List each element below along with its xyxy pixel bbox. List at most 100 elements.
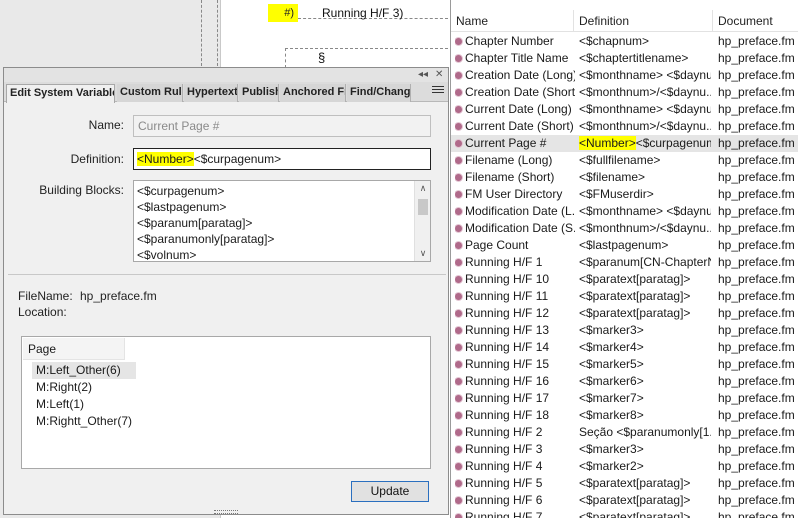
variable-row[interactable]: Running H/F 15 <$marker5> hp_preface.fm (451, 356, 798, 373)
variable-row[interactable]: Running H/F 3 <$marker3> hp_preface.fm (451, 441, 798, 458)
close-icon[interactable]: ✕ (435, 69, 443, 80)
variable-row[interactable]: Page Count <$lastpagenum> hp_preface.fm (451, 237, 798, 254)
variable-row[interactable]: Running H/F 18 <$marker8> hp_preface.fm (451, 407, 798, 424)
column-header-document[interactable]: Document (713, 10, 798, 32)
variable-row[interactable]: Creation Date (Short) <$monthnum>/<$daynu… (451, 84, 798, 101)
system-variable-icon (455, 395, 462, 402)
variable-row[interactable]: Running H/F 10 <$paratext[paratag]> hp_pre… (451, 271, 798, 288)
page-item[interactable]: M:Left(1) (32, 396, 136, 413)
variable-row[interactable]: Running H/F 14 <$marker4> hp_preface.fm (451, 339, 798, 356)
variable-row[interactable]: Filename (Short) <$filename> hp_preface.fm (451, 169, 798, 186)
variable-name-cell: Chapter Title Name (455, 50, 575, 67)
variable-row[interactable]: Running H/F 16 <$marker6> hp_preface.fm (451, 373, 798, 390)
building-block-item[interactable]: <$paranumonly[paratag]> (137, 231, 430, 247)
variable-definition: <$paratext[paratag]> (579, 493, 691, 507)
tab-anchored-frame[interactable]: Anchored Fra (280, 84, 346, 102)
variable-name-cell: Running H/F 10 (455, 271, 575, 288)
system-variable-icon (455, 106, 462, 113)
dialog-titlebar[interactable]: ◂◂ ✕ (4, 68, 448, 82)
variable-name: Running H/F 18 (465, 408, 550, 422)
tab-custom-ruling[interactable]: Custom Ruli (117, 84, 183, 102)
variable-document: hp_preface.fm (718, 119, 795, 133)
definition-field[interactable]: <Number><$curpagenum> (133, 148, 431, 170)
variable-row[interactable]: Current Page # <Number><$curpagenum> hp_pr… (451, 135, 798, 152)
variable-definition-cell: <$fullfilename> (579, 152, 711, 169)
variable-row[interactable]: Creation Date (Long) <$monthname> <$daynu… (451, 67, 798, 84)
variable-row[interactable]: Running H/F 13 <$marker3> hp_preface.fm (451, 322, 798, 339)
tab-publish[interactable]: Publish (239, 84, 279, 102)
variable-name-cell: FM User Directory (455, 186, 575, 203)
variable-name-cell: Running H/F 2 (455, 424, 575, 441)
variable-row[interactable]: Running H/F 7 <$paratext[paratag]> hp_pref… (451, 509, 798, 518)
panel-menu-icon[interactable] (432, 86, 444, 97)
blocks-scrollbar[interactable]: ∧ ∨ (414, 181, 430, 261)
building-block-item[interactable]: <$curpagenum> (137, 183, 430, 199)
resize-grip[interactable] (214, 510, 238, 514)
variable-definition-cell: <$marker7> (579, 390, 711, 407)
page-item[interactable]: M:Rightt_Other(7) (32, 413, 136, 430)
collapse-double-arrow-icon[interactable]: ◂◂ (418, 69, 428, 80)
system-variable-icon (455, 140, 462, 147)
variable-document: hp_preface.fm (718, 357, 795, 371)
tab-find-change[interactable]: Find/Change (347, 84, 411, 102)
variable-row[interactable]: Running H/F 6 <$paratext[paratag]> hp_pref… (451, 492, 798, 509)
page-column-header[interactable]: Page (23, 338, 125, 360)
scroll-down-icon[interactable]: ∨ (415, 246, 430, 261)
definition-label: Definition: (70, 152, 124, 166)
variable-definition-cell: <$monthnum>/<$daynu... (579, 84, 711, 101)
running-header-text[interactable]: Running H/F 3) (322, 4, 403, 22)
separator (8, 274, 446, 275)
update-button[interactable]: Update (351, 481, 429, 502)
building-block-item[interactable]: <$paranum[paratag]> (137, 215, 430, 231)
variable-row[interactable]: Running H/F 11 <$paratext[paratag]> hp_pre… (451, 288, 798, 305)
column-header-name[interactable]: Name (451, 10, 574, 32)
variable-row[interactable]: Running H/F 2 Seção <$paranumonly[1... hp_… (451, 424, 798, 441)
variable-definition-cell: <$monthname> <$daynu... (579, 101, 711, 118)
variable-row[interactable]: FM User Directory <$FMuserdir> hp_preface.… (451, 186, 798, 203)
variable-definition-cell: <$marker2> (579, 458, 711, 475)
scroll-up-icon[interactable]: ∧ (415, 181, 430, 196)
variable-row[interactable]: Current Date (Long) <$monthname> <$daynu.… (451, 101, 798, 118)
variable-name-cell: Chapter Number (455, 33, 575, 50)
variable-name-cell: Running H/F 12 (455, 305, 575, 322)
column-header-definition[interactable]: Definition (574, 10, 713, 32)
variable-row[interactable]: Modification Date (S... <$monthnum>/<$day… (451, 220, 798, 237)
variable-row[interactable]: Running H/F 17 <$marker7> hp_preface.fm (451, 390, 798, 407)
system-variable-icon (455, 463, 462, 470)
variable-definition: <$filename> (579, 170, 646, 184)
system-variable-icon (455, 259, 462, 266)
tab-edit-system-variable[interactable]: Edit System Variable (6, 84, 115, 103)
building-blocks-list[interactable]: <$curpagenum> <$lastpagenum> <$paranum[p… (133, 180, 431, 262)
system-variable-icon (455, 480, 462, 487)
scroll-thumb[interactable] (418, 199, 428, 215)
system-variable-icon (455, 412, 462, 419)
variable-row[interactable]: Modification Date (L... <$monthname> <$da… (451, 203, 798, 220)
variable-row[interactable]: Running H/F 1 <$paranum[CN-ChapterN... hp_… (451, 254, 798, 271)
page-item[interactable]: M:Left_Other(6) (32, 362, 137, 379)
variable-name-cell: Filename (Long) (455, 152, 575, 169)
page-list[interactable]: Page M:Left_Other(6) M:Right(2) M:Left(1… (21, 336, 431, 469)
variable-row[interactable]: Filename (Long) <$fullfilename> hp_preface… (451, 152, 798, 169)
list-header: Name Definition Document (451, 10, 798, 32)
variable-marker[interactable]: #) (268, 4, 298, 22)
page-item[interactable]: M:Right(2) (32, 379, 136, 396)
variable-row[interactable]: Chapter Title Name <$chaptertitlename> hp_… (451, 50, 798, 67)
variable-row[interactable]: Current Date (Short) <$monthnum>/<$daynu.… (451, 118, 798, 135)
variable-definition-cell: <$lastpagenum> (579, 237, 711, 254)
tab-hypertext[interactable]: Hypertext (184, 84, 238, 102)
variable-document: hp_preface.fm (718, 374, 795, 388)
variable-row[interactable]: Running H/F 4 <$marker2> hp_preface.fm (451, 458, 798, 475)
variable-name: Running H/F 10 (465, 272, 550, 286)
variable-row[interactable]: Running H/F 12 <$paratext[paratag]> hp_pre… (451, 305, 798, 322)
name-field[interactable]: Current Page # (133, 115, 431, 137)
building-block-item[interactable]: <$lastpagenum> (137, 199, 430, 215)
variable-definition: <$marker5> (579, 357, 644, 371)
variable-definition-cell: <$marker8> (579, 407, 711, 424)
variable-row[interactable]: Running H/F 5 <$paratext[paratag]> hp_pref… (451, 475, 798, 492)
variable-name-cell: Running H/F 15 (455, 356, 575, 373)
variable-row[interactable]: Chapter Number <$chapnum> hp_preface.fm (451, 33, 798, 50)
variable-document: hp_preface.fm (718, 221, 795, 235)
variable-name: FM User Directory (465, 187, 563, 201)
building-block-item[interactable]: <$volnum> (137, 247, 430, 261)
edit-system-variable-dialog: ◂◂ ✕ Edit System Variable Custom Ruli Hy… (3, 67, 449, 515)
